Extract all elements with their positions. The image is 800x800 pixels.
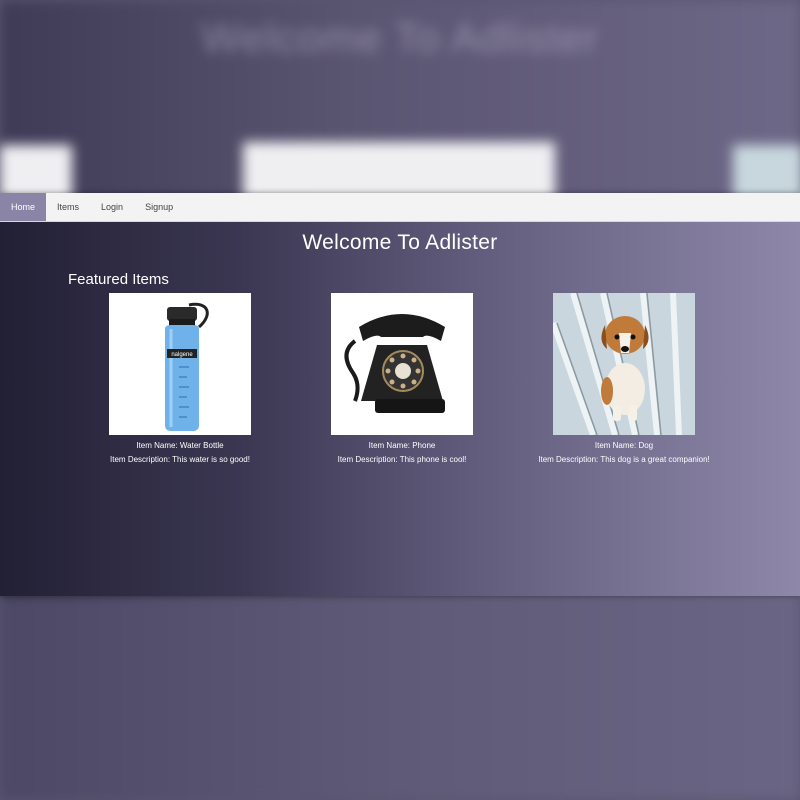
page-title: Welcome To Adlister <box>302 231 498 254</box>
item-description: Item Description: This water is so good! <box>110 455 250 464</box>
item-description: Item Description: This phone is cool! <box>337 455 467 464</box>
nav-login[interactable]: Login <box>90 193 134 221</box>
item-name: Item Name: Water Bottle <box>136 441 224 450</box>
phone-icon <box>344 314 445 413</box>
water-bottle-icon: nalgene <box>165 302 209 431</box>
item-description: Item Description: This dog is a great co… <box>538 455 710 464</box>
nav-items[interactable]: Items <box>46 193 90 221</box>
backdrop-lower-band <box>0 598 800 800</box>
nav-home[interactable]: Home <box>0 193 47 221</box>
item-name: Item Name: Phone <box>368 441 436 450</box>
nav-signup[interactable]: Signup <box>134 193 184 221</box>
dog-icon <box>553 293 682 435</box>
page-screenshot: Home Items Login Signup Welcome To Adlis… <box>0 193 800 596</box>
item-card-dog[interactable]: Item Name: Dog Item Description: This do… <box>494 293 754 467</box>
water-bottle-image[interactable]: nalgene <box>109 293 251 435</box>
backdrop-title: Welcome To Adlister <box>201 14 599 61</box>
item-card-water-bottle[interactable]: nalgene Item Name: Water Bottle Item Des… <box>50 293 310 467</box>
puppy-image[interactable] <box>553 293 695 435</box>
item-card-phone[interactable]: Item Name: Phone Item Description: This … <box>272 293 532 467</box>
rotary-phone-image[interactable] <box>331 293 473 435</box>
navbar: Home Items Login Signup <box>0 193 800 222</box>
item-name: Item Name: Dog <box>594 441 654 450</box>
featured-items-heading: Featured Items <box>68 271 169 288</box>
svg-text:nalgene: nalgene <box>171 352 193 358</box>
